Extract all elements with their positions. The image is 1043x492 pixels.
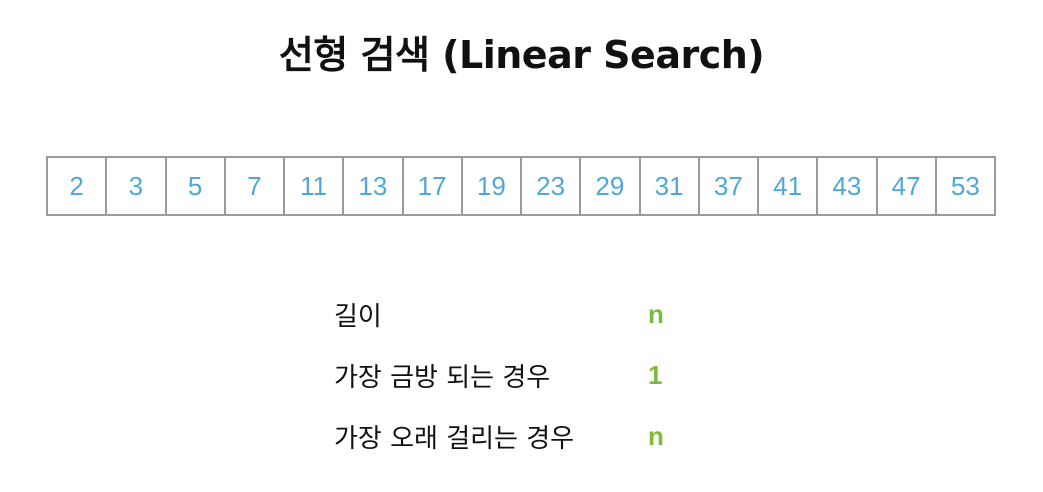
array-cell: 19 [463,158,522,214]
array-cell: 47 [878,158,937,214]
row-value: n [648,299,664,329]
array-cell: 23 [522,158,582,214]
array-cell: 29 [581,158,641,214]
array-cell: 17 [404,158,463,214]
array-cell: 11 [285,158,345,214]
array-cell: 13 [344,158,404,214]
row-label: 가장 오래 걸리는 경우 [334,424,575,454]
number-array: 2 3 5 7 11 13 17 19 23 29 31 37 41 43 47… [46,156,996,216]
array-cell: 3 [107,158,167,214]
array-cell: 41 [759,158,819,214]
array-cell: 53 [937,158,996,214]
row-label: 길이 [334,302,382,332]
array-cell: 2 [48,158,108,214]
array-cell: 37 [700,158,759,214]
row-label: 가장 금방 되는 경우 [334,363,551,393]
array-cell: 43 [818,158,878,214]
row-value: 1 [648,360,663,390]
complexity-row-worst-case: 가장 오래 걸리는 경우 n [334,418,694,458]
complexity-row-length: 길이 n [334,296,694,336]
array-cell: 5 [167,158,226,214]
complexity-row-best-case: 가장 금방 되는 경우 1 [334,357,694,397]
row-value: n [648,421,664,451]
array-cell: 31 [641,158,700,214]
array-cell: 7 [226,158,285,214]
page-title: 선형 검색 (Linear Search) [278,33,765,77]
